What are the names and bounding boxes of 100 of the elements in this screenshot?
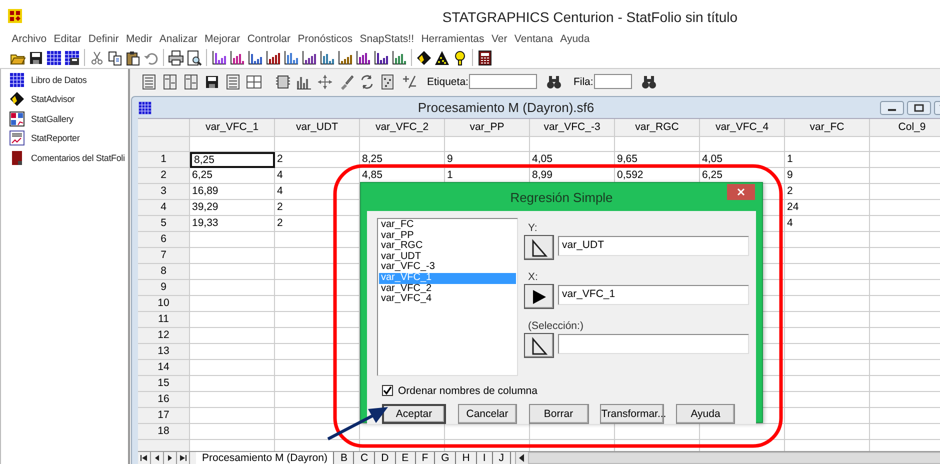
- table-cell[interactable]: 8,25: [190, 152, 275, 168]
- arrows-icon[interactable]: [358, 74, 374, 90]
- calculator-icon[interactable]: [477, 50, 493, 66]
- chart-icon[interactable]: [391, 50, 407, 66]
- restore-icon[interactable]: [907, 100, 931, 114]
- table-cell[interactable]: 24: [785, 200, 870, 216]
- table-cell[interactable]: [190, 344, 275, 360]
- binoculars-icon[interactable]: [641, 74, 658, 90]
- table-cell[interactable]: [785, 360, 870, 376]
- menu-item[interactable]: Herramientas: [418, 32, 488, 46]
- arrow-button[interactable]: [524, 333, 554, 358]
- sheet-tab[interactable]: D: [375, 452, 396, 464]
- pyramid-icon[interactable]: [434, 50, 450, 66]
- table-cell[interactable]: 9: [445, 152, 530, 168]
- menu-item[interactable]: SnapStats!!: [356, 32, 418, 46]
- copy-icon[interactable]: [107, 50, 123, 66]
- book-icon[interactable]: [416, 50, 432, 66]
- table-cell[interactable]: [275, 424, 360, 440]
- table-cell[interactable]: [785, 280, 870, 296]
- sheet-tab[interactable]: E: [396, 452, 416, 464]
- table-cell[interactable]: 16,89: [190, 184, 275, 200]
- table-cell[interactable]: [190, 280, 275, 296]
- menu-item[interactable]: Medir: [122, 32, 156, 46]
- table-cell[interactable]: [785, 137, 870, 152]
- table-cell[interactable]: [785, 248, 870, 264]
- print-icon[interactable]: [168, 50, 184, 66]
- sidebar-item[interactable]: Libro de Datos: [1, 70, 128, 90]
- table-cell[interactable]: [785, 232, 870, 248]
- table-cell[interactable]: 2: [785, 184, 870, 200]
- menu-item[interactable]: Editar: [50, 32, 85, 46]
- chart-icon[interactable]: [337, 50, 353, 66]
- chip-icon[interactable]: [274, 74, 290, 90]
- sheet-tab[interactable]: H: [456, 452, 477, 464]
- table-cell[interactable]: [190, 312, 275, 328]
- sheet-tab[interactable]: J: [492, 452, 512, 464]
- minimize-icon[interactable]: [880, 100, 904, 114]
- variable-field[interactable]: [558, 334, 749, 354]
- sidebar-item[interactable]: Comentarios del StatFoli: [1, 148, 128, 168]
- table-cell[interactable]: [360, 137, 445, 152]
- table-cell[interactable]: 6,25: [190, 168, 275, 184]
- table-cell[interactable]: [275, 137, 360, 152]
- table-cell[interactable]: 2: [275, 152, 360, 168]
- checkbox[interactable]: [382, 385, 393, 396]
- table-cell[interactable]: [785, 264, 870, 280]
- chart-icon[interactable]: [247, 50, 263, 66]
- chart-icon[interactable]: [373, 50, 389, 66]
- chart-icon[interactable]: [211, 50, 227, 66]
- menu-item[interactable]: Mejorar: [200, 32, 244, 46]
- arrow-button[interactable]: [524, 284, 554, 309]
- close-button[interactable]: [727, 184, 755, 200]
- table-cell[interactable]: [190, 408, 275, 424]
- chart-icon[interactable]: [301, 50, 317, 66]
- first-page-icon[interactable]: [138, 452, 151, 464]
- plus-minus-icon[interactable]: [400, 74, 416, 90]
- dialog-button[interactable]: Cancelar: [458, 404, 517, 424]
- layout-icon[interactable]: [246, 74, 262, 90]
- columns-icon[interactable]: [162, 74, 178, 90]
- table-cell[interactable]: [445, 137, 530, 152]
- table-cell[interactable]: [785, 408, 870, 424]
- table-cell[interactable]: 19,33: [190, 216, 275, 232]
- table-cell[interactable]: [785, 376, 870, 392]
- menu-item[interactable]: Ver: [488, 32, 511, 46]
- chart-icon[interactable]: [265, 50, 281, 66]
- sheet-tab[interactable]: Procesamiento M (Dayron): [196, 452, 334, 464]
- menu-item[interactable]: Archivo: [8, 32, 50, 46]
- dialog-button[interactable]: Ayuda: [676, 404, 735, 424]
- list-item[interactable]: var_PP: [379, 230, 516, 242]
- help-icon[interactable]: [452, 50, 468, 66]
- table-cell[interactable]: 4: [275, 168, 360, 184]
- sheet-tab[interactable]: C: [354, 452, 376, 464]
- cut-icon[interactable]: [89, 50, 105, 66]
- sheet-tab[interactable]: I: [476, 452, 493, 464]
- list-item[interactable]: var_FC: [379, 220, 516, 231]
- table-cell[interactable]: [190, 296, 275, 312]
- chart-icon[interactable]: [283, 50, 299, 66]
- table-cell[interactable]: [700, 137, 785, 152]
- move-icon[interactable]: [316, 74, 332, 90]
- table-cell[interactable]: [785, 312, 870, 328]
- table-cell[interactable]: 9: [785, 168, 870, 184]
- table-cell[interactable]: [190, 376, 275, 392]
- list-icon[interactable]: [140, 74, 156, 90]
- sidebar-item[interactable]: StatGallery: [1, 109, 128, 128]
- dialog-button[interactable]: Borrar: [528, 404, 588, 424]
- table-cell[interactable]: [190, 328, 275, 344]
- sidebar-item[interactable]: StatAdvisor: [1, 90, 128, 109]
- list-item[interactable]: var_VFC_-3: [379, 262, 516, 273]
- columns-icon[interactable]: [182, 74, 198, 90]
- arrow-button[interactable]: [524, 235, 554, 260]
- variable-field[interactable]: var_UDT: [558, 236, 749, 256]
- dialog-button[interactable]: Transformar...: [600, 404, 664, 424]
- table-cell[interactable]: 8,25: [360, 152, 445, 168]
- menu-item[interactable]: Controlar: [244, 32, 294, 46]
- preview-icon[interactable]: [186, 50, 202, 66]
- list-item[interactable]: var_VFC_4: [379, 294, 516, 305]
- table-cell[interactable]: [785, 296, 870, 312]
- variable-list[interactable]: var_FC var_PP var_RGC var_UDT var_VFC_-3 var_VFC_1 var_VFC_2 var_VFC_4: [377, 218, 518, 376]
- variable-field[interactable]: var_VFC_1: [558, 285, 749, 305]
- binoculars-icon[interactable]: [546, 74, 562, 90]
- table-cell[interactable]: [785, 392, 870, 408]
- save-icon[interactable]: [204, 74, 220, 90]
